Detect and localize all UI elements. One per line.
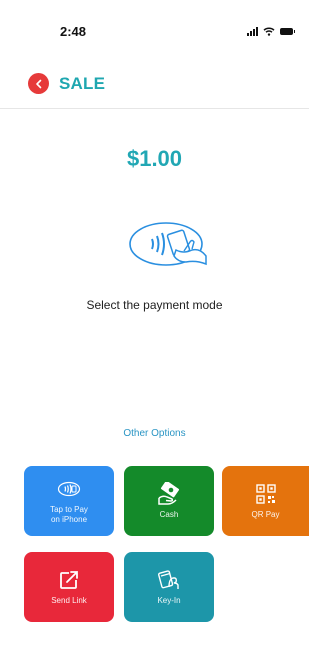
key-in-label: Key-In bbox=[157, 596, 181, 605]
tap-to-pay-label: Tap to Pay on iPhone bbox=[50, 505, 88, 524]
key-in-button[interactable]: Key-In bbox=[124, 552, 214, 622]
cash-icon bbox=[156, 482, 182, 506]
battery-icon bbox=[280, 28, 295, 35]
tap-to-pay-button[interactable]: Tap to Pay on iPhone bbox=[24, 466, 114, 536]
other-options-link[interactable]: Other Options bbox=[0, 428, 309, 439]
key-in-card-icon bbox=[156, 568, 182, 592]
status-time: 2:48 bbox=[60, 24, 87, 39]
cash-button[interactable]: Cash bbox=[124, 466, 214, 536]
back-button[interactable] bbox=[28, 73, 49, 94]
send-link-icon bbox=[56, 568, 82, 592]
sale-amount: $1.00 bbox=[126, 146, 183, 171]
status-icons bbox=[247, 27, 295, 36]
qr-pay-button[interactable]: QR Pay bbox=[222, 466, 309, 536]
chevron-left-icon bbox=[35, 79, 41, 88]
contactless-payment-icon bbox=[129, 222, 207, 266]
cash-label: Cash bbox=[159, 510, 179, 519]
app-header: SALE bbox=[0, 62, 309, 109]
wifi-icon bbox=[263, 27, 275, 36]
status-bar: 2:48 bbox=[0, 0, 309, 62]
qr-pay-label: QR Pay bbox=[251, 510, 280, 519]
payment-mode-screen: 2:48 SALE $1.00 Select the payment mode … bbox=[0, 0, 309, 653]
cellular-signal-icon bbox=[247, 27, 258, 36]
send-link-button[interactable]: Send Link bbox=[24, 552, 114, 622]
send-link-label: Send Link bbox=[51, 596, 87, 605]
contactless-card-icon bbox=[56, 477, 82, 501]
qr-code-icon bbox=[253, 482, 279, 506]
instruction-text: Select the payment mode bbox=[86, 298, 223, 312]
page-title: SALE bbox=[59, 74, 106, 93]
